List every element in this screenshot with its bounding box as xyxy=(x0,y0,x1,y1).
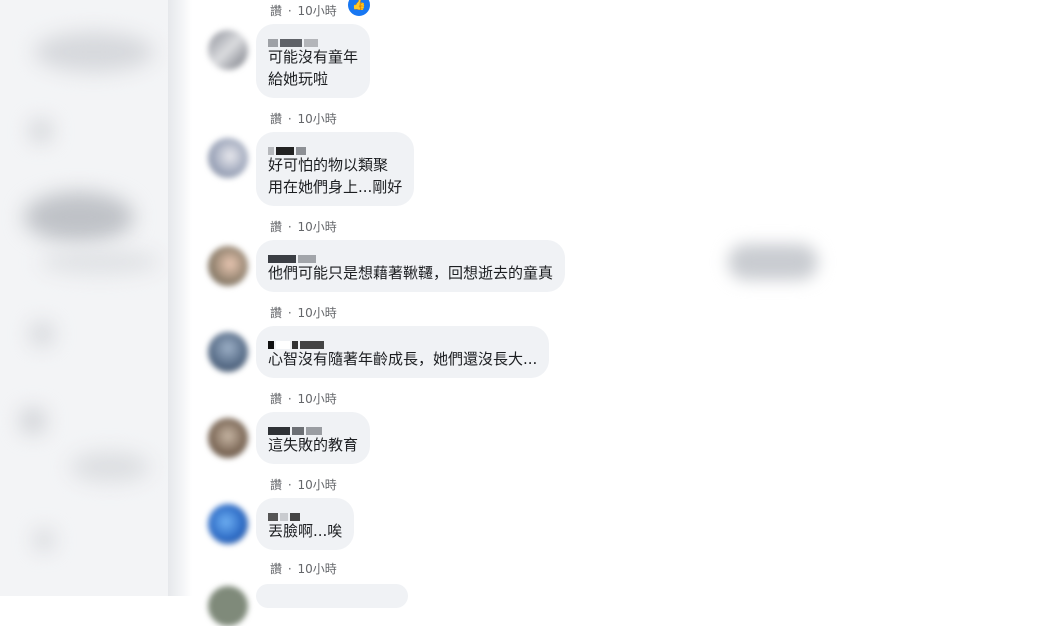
like-link[interactable]: 讚 xyxy=(270,306,282,320)
comment-text-line: 好可怕的物以類聚 xyxy=(268,156,389,174)
comment-meta: 讚 · 10小時 xyxy=(270,306,337,320)
comment-text-line: 給她玩啦 xyxy=(268,70,329,88)
like-link[interactable]: 讚 xyxy=(270,4,282,18)
comment-text-line: 他們可能只是想藉著鞦韆，回想逝去的童真 xyxy=(268,264,554,282)
like-reaction-icon[interactable]: 👍 xyxy=(346,0,372,18)
comment-meta: 讚 · 10小時 xyxy=(270,220,337,234)
like-link[interactable]: 讚 xyxy=(270,562,282,576)
comment-timestamp[interactable]: 10小時 xyxy=(298,478,337,492)
comment-meta: 讚 · 10小時 xyxy=(270,562,337,576)
avatar[interactable] xyxy=(208,332,248,372)
comment-text-line: 這失敗的教育 xyxy=(268,436,359,454)
comment-bubble xyxy=(256,584,408,608)
avatar[interactable] xyxy=(208,246,248,286)
comment-bubble: 丟臉啊...唉 xyxy=(256,498,355,550)
column-divider xyxy=(168,0,192,596)
comment-timestamp[interactable]: 10小時 xyxy=(298,112,337,126)
comment-bubble: 可能沒有童年 給她玩啦 xyxy=(256,24,371,98)
comment-text-line: 丟臉啊...唉 xyxy=(268,522,343,540)
comment-meta: 讚 · 10小時 xyxy=(270,478,337,492)
like-link[interactable]: 讚 xyxy=(270,220,282,234)
comment-list: 讚 · 10小時 👍 可能沒有童年 給她玩啦 讚 · 10小時 好可怕的物以類聚 xyxy=(200,0,720,626)
like-link[interactable]: 讚 xyxy=(270,392,282,406)
blurred-background-right xyxy=(728,244,818,280)
comment-timestamp[interactable]: 10小時 xyxy=(298,220,337,234)
commenter-name-redacted[interactable] xyxy=(268,334,537,349)
comment-text-line: 用在她們身上...剛好 xyxy=(268,178,403,196)
comment-meta: 讚 · 10小時 xyxy=(270,392,337,406)
comment-bubble: 好可怕的物以類聚 用在她們身上...剛好 xyxy=(256,132,415,206)
comment-timestamp[interactable]: 10小時 xyxy=(298,4,337,18)
comment-text-line: 心智沒有隨著年齡成長，她們還沒長大... xyxy=(268,350,538,368)
commenter-name-redacted[interactable] xyxy=(268,506,342,521)
avatar[interactable] xyxy=(208,418,248,458)
comment-meta: 讚 · 10小時 xyxy=(270,112,337,126)
comment-timestamp[interactable]: 10小時 xyxy=(298,392,337,406)
commenter-name-redacted[interactable] xyxy=(268,32,358,47)
avatar[interactable] xyxy=(208,138,248,178)
commenter-name-redacted[interactable] xyxy=(268,140,402,155)
comment-bubble: 心智沒有隨著年齡成長，她們還沒長大... xyxy=(256,326,550,378)
comment-meta: 讚 · 10小時 xyxy=(270,4,337,18)
comment-timestamp[interactable]: 10小時 xyxy=(298,306,337,320)
commenter-name-redacted[interactable] xyxy=(268,248,553,263)
like-link[interactable]: 讚 xyxy=(270,112,282,126)
comment-bubble: 這失敗的教育 xyxy=(256,412,371,464)
avatar[interactable] xyxy=(208,504,248,544)
like-link[interactable]: 讚 xyxy=(270,478,282,492)
blurred-background-left xyxy=(0,0,168,596)
comment-bubble: 他們可能只是想藉著鞦韆，回想逝去的童真 xyxy=(256,240,566,292)
avatar[interactable] xyxy=(208,586,248,626)
avatar[interactable] xyxy=(208,30,248,70)
comment-text-line: 可能沒有童年 xyxy=(268,48,359,66)
comment-timestamp[interactable]: 10小時 xyxy=(298,562,337,576)
commenter-name-redacted[interactable] xyxy=(268,420,358,435)
